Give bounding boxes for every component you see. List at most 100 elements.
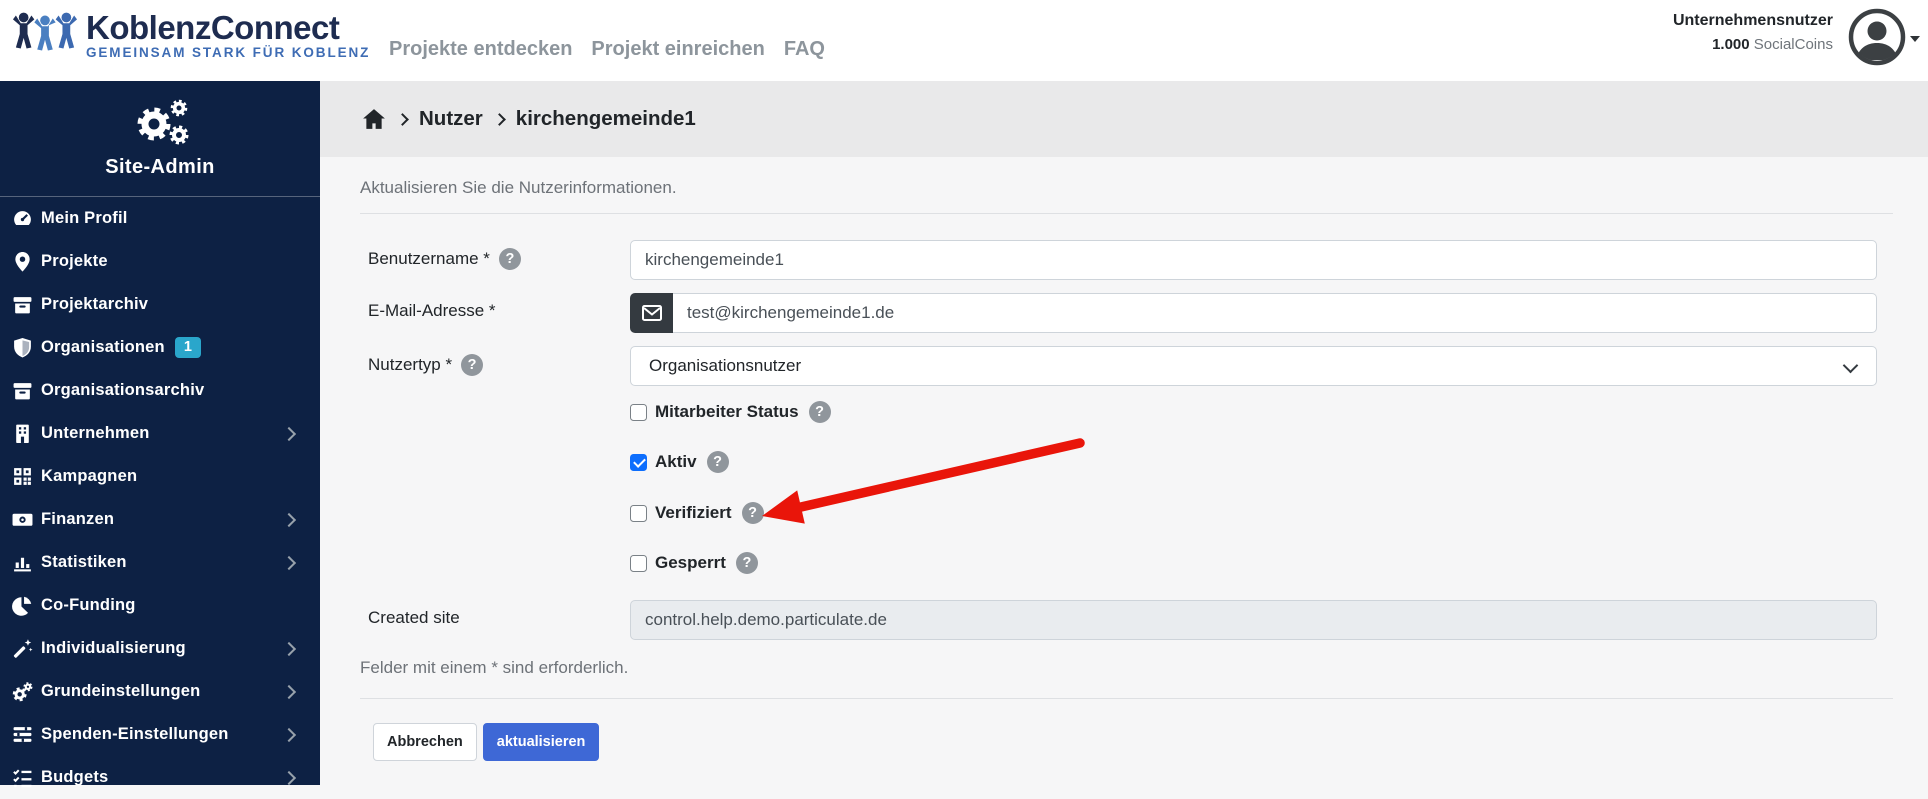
site-admin-header: Site-Admin	[0, 81, 320, 197]
email-input[interactable]	[673, 293, 1877, 333]
nav-projekt-einreichen[interactable]: Projekt einreichen	[591, 38, 764, 61]
sidebar-item-unternehmen[interactable]: Unternehmen	[0, 412, 320, 455]
sidebar-menu: Mein Profil Projekte Projektarchiv Organ…	[0, 197, 320, 799]
envelope-icon	[630, 293, 673, 333]
sidebar-item-grundeinstellungen[interactable]: Grundeinstellungen	[0, 670, 320, 713]
breadcrumb-nutzer[interactable]: Nutzer	[419, 107, 483, 131]
created-site-label: Created site	[368, 608, 460, 627]
sidebar-item-individualisierung[interactable]: Individualisierung	[0, 627, 320, 670]
logo-title: KoblenzConnect	[86, 8, 340, 46]
intro-text: Aktualisieren Sie die Nutzerinformatione…	[360, 178, 677, 197]
aktiv-checkbox[interactable]	[630, 453, 647, 471]
money-bill-icon	[12, 509, 33, 530]
organisationen-count-badge: 1	[174, 337, 201, 358]
sidebar-item-label: Unternehmen	[41, 424, 150, 442]
magic-wand-icon	[12, 638, 33, 659]
sidebar-item-label: Projekte	[41, 252, 108, 270]
sidebar-item-organisationen[interactable]: Organisationen 1	[0, 326, 320, 369]
chevron-right-icon	[281, 727, 297, 742]
email-label-row: E-Mail-Adresse *	[368, 301, 496, 321]
sidebar-item-mein-profil[interactable]: Mein Profil	[0, 197, 320, 240]
sidebar-item-projekte[interactable]: Projekte	[0, 240, 320, 283]
sidebar-item-label: Organisationsarchiv	[41, 381, 205, 399]
sidebar-item-label: Budgets	[41, 768, 109, 786]
logo-people-icon	[12, 8, 78, 63]
checkbox-label: Gesperrt	[655, 553, 726, 572]
logo-tagline: GEMEINSAM STARK FÜR KOBLENZ	[86, 44, 371, 60]
sidebar-item-label: Grundeinstellungen	[41, 682, 201, 700]
sidebar-item-spenden-einstellungen[interactable]: Spenden-Einstellungen	[0, 713, 320, 756]
help-icon[interactable]: ?	[706, 451, 729, 473]
sidebar-item-organisationsarchiv[interactable]: Organisationsarchiv	[0, 369, 320, 412]
archive-icon	[12, 380, 33, 401]
divider	[360, 698, 1893, 699]
sliders-icon	[12, 724, 33, 745]
sidebar-item-finanzen[interactable]: Finanzen	[0, 498, 320, 541]
sidebar-item-budgets[interactable]: Budgets	[0, 756, 320, 799]
user-coins-text: 1.000 SocialCoins	[1533, 36, 1833, 53]
sidebar-item-label: Kampagnen	[41, 467, 138, 485]
user-avatar-menu[interactable]	[1848, 8, 1906, 66]
admin-sidebar: Site-Admin Mein Profil Projekte Projekta…	[0, 81, 320, 788]
home-icon[interactable]	[362, 108, 386, 130]
username-label-row: Benutzername * ?	[368, 248, 521, 270]
gesperrt-checkbox[interactable]	[630, 554, 647, 572]
help-icon[interactable]: ?	[808, 401, 831, 423]
nav-faq[interactable]: FAQ	[784, 38, 825, 61]
cancel-button[interactable]: Abbrechen	[373, 723, 477, 761]
chevron-right-icon	[281, 770, 297, 785]
sidebar-item-label: Individualisierung	[41, 639, 186, 657]
usertype-label-row: Nutzertyp * ?	[368, 354, 484, 376]
chevron-right-icon	[281, 512, 297, 527]
verifiziert-checkbox[interactable]	[630, 504, 647, 522]
gears-icon	[0, 97, 320, 154]
gears-icon	[12, 681, 33, 702]
email-input-group	[630, 293, 1877, 333]
help-icon[interactable]: ?	[735, 552, 758, 574]
logo-link[interactable]: KoblenzConnect GEMEINSAM STARK FÜR KOBLE…	[12, 8, 370, 63]
created-site-input	[630, 600, 1877, 640]
breadcrumb: Nutzer kirchengemeinde1	[320, 81, 1928, 157]
main-content: Aktualisieren Sie die Nutzerinformatione…	[320, 157, 1928, 785]
help-icon[interactable]: ?	[461, 354, 484, 376]
checkbox-label: Aktiv	[655, 452, 697, 471]
breadcrumb-current: kirchengemeinde1	[515, 107, 696, 130]
top-navigation: Projekte entdecken Projekt einreichen FA…	[389, 38, 825, 61]
sidebar-item-label: Organisationen	[41, 338, 165, 356]
aktiv-row: Aktiv ?	[630, 450, 729, 474]
map-marker-icon	[12, 251, 33, 272]
help-icon[interactable]: ?	[741, 502, 764, 524]
username-input[interactable]	[630, 240, 1877, 280]
submit-button[interactable]: aktualisieren	[482, 723, 600, 761]
chevron-right-icon	[281, 426, 297, 441]
pie-chart-icon	[12, 595, 33, 616]
usertype-label: Nutzertyp *	[368, 355, 453, 374]
usertype-select[interactable]: Organisationsnutzer	[630, 346, 1877, 386]
qr-grid-icon	[12, 466, 33, 487]
site-admin-title: Site-Admin	[105, 156, 215, 178]
shield-icon	[12, 337, 33, 358]
sidebar-item-statistiken[interactable]: Statistiken	[0, 541, 320, 584]
chevron-right-icon	[281, 555, 297, 570]
top-header: KoblenzConnect GEMEINSAM STARK FÜR KOBLE…	[0, 0, 1928, 81]
sidebar-item-label: Statistiken	[41, 553, 127, 571]
breadcrumb-separator-icon	[492, 112, 506, 126]
sidebar-item-label: Co-Funding	[41, 596, 136, 614]
tachometer-icon	[12, 208, 33, 229]
sidebar-item-label: Projektarchiv	[41, 295, 149, 313]
mitarbeiter-status-checkbox[interactable]	[630, 403, 647, 421]
chevron-right-icon	[281, 641, 297, 656]
nav-projekte-entdecken[interactable]: Projekte entdecken	[389, 38, 572, 61]
avatar-caret-down-icon[interactable]	[1910, 36, 1920, 42]
help-icon[interactable]: ?	[498, 248, 521, 270]
sidebar-item-projektarchiv[interactable]: Projektarchiv	[0, 283, 320, 326]
breadcrumb-separator-icon	[396, 112, 409, 126]
sidebar-item-kampagnen[interactable]: Kampagnen	[0, 455, 320, 498]
verifiziert-row: Verifiziert ?	[630, 501, 764, 525]
form-actions: Abbrechen aktualisieren	[373, 723, 600, 761]
gesperrt-row: Gesperrt ?	[630, 551, 758, 575]
username-label: Benutzername *	[368, 249, 490, 268]
sidebar-item-co-funding[interactable]: Co-Funding	[0, 584, 320, 627]
archive-icon	[12, 294, 33, 315]
chevron-right-icon	[281, 684, 297, 699]
